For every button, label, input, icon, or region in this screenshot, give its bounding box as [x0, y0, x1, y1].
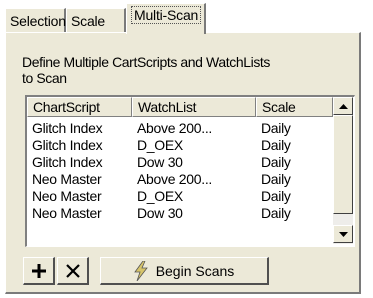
- table-row[interactable]: Neo Master Dow 30 Daily: [27, 205, 333, 221]
- arrow-up-icon: [338, 103, 348, 109]
- cell-scale: Daily: [261, 188, 291, 204]
- column-header-watchlist[interactable]: WatchList: [132, 97, 256, 117]
- add-button[interactable]: [23, 257, 55, 285]
- tab-scale-label: Scale: [71, 13, 106, 29]
- arrow-down-icon: [338, 231, 348, 237]
- cell-watchlist: Above 200...: [137, 120, 213, 136]
- column-header-chartscript-label: ChartScript: [33, 99, 100, 115]
- tab-multi-scan[interactable]: Multi-Scan: [126, 3, 206, 34]
- table-row[interactable]: Neo Master Above 200... Daily: [27, 171, 333, 187]
- cell-chartscript: Glitch Index: [32, 120, 103, 136]
- cell-scale: Daily: [261, 154, 291, 170]
- cell-chartscript: Glitch Index: [32, 137, 103, 153]
- table-row[interactable]: Neo Master D_OEX Daily: [27, 188, 333, 204]
- table-row[interactable]: Glitch Index D_OEX Daily: [27, 137, 333, 153]
- column-header-scale-label: Scale: [262, 99, 296, 115]
- begin-scans-button[interactable]: Begin Scans: [100, 257, 269, 285]
- table-row[interactable]: Glitch Index Above 200... Daily: [27, 120, 333, 136]
- scroll-up-button[interactable]: [333, 97, 353, 115]
- remove-button[interactable]: [57, 257, 89, 285]
- cell-scale: Daily: [261, 205, 291, 221]
- cell-chartscript: Neo Master: [32, 205, 102, 221]
- table-row[interactable]: Glitch Index Dow 30 Daily: [27, 154, 333, 170]
- tab-scale[interactable]: Scale: [66, 8, 126, 32]
- tab-selection-label: Selection: [10, 13, 66, 29]
- tab-selection[interactable]: Selection: [5, 8, 66, 32]
- cell-watchlist: D_OEX: [137, 137, 183, 153]
- scroll-down-button[interactable]: [333, 225, 353, 243]
- lightning-icon: [133, 260, 148, 281]
- plus-icon: [31, 263, 46, 278]
- cell-scale: Daily: [261, 120, 291, 136]
- cell-watchlist: Dow 30: [137, 205, 183, 221]
- cell-watchlist: Dow 30: [137, 154, 183, 170]
- tab-multi-scan-label: Multi-Scan: [131, 6, 202, 24]
- column-header-chartscript[interactable]: ChartScript: [27, 97, 132, 117]
- column-header-scale[interactable]: Scale: [256, 97, 333, 117]
- cell-watchlist: Above 200...: [137, 171, 213, 187]
- column-header-watchlist-label: WatchList: [138, 99, 197, 115]
- cell-scale: Daily: [261, 171, 291, 187]
- x-icon: [65, 263, 80, 278]
- cell-scale: Daily: [261, 137, 291, 153]
- cell-watchlist: D_OEX: [137, 188, 183, 204]
- scroll-track[interactable]: [333, 115, 353, 214]
- begin-scans-label: Begin Scans: [155, 262, 235, 279]
- description-text: Define Multiple CartScripts and WatchLis…: [22, 54, 271, 86]
- vertical-scrollbar[interactable]: [333, 97, 353, 244]
- cell-chartscript: Glitch Index: [32, 154, 103, 170]
- scan-list[interactable]: ChartScript WatchList Scale Glitch Index…: [25, 95, 355, 247]
- cell-chartscript: Neo Master: [32, 188, 102, 204]
- cell-chartscript: Neo Master: [32, 171, 102, 187]
